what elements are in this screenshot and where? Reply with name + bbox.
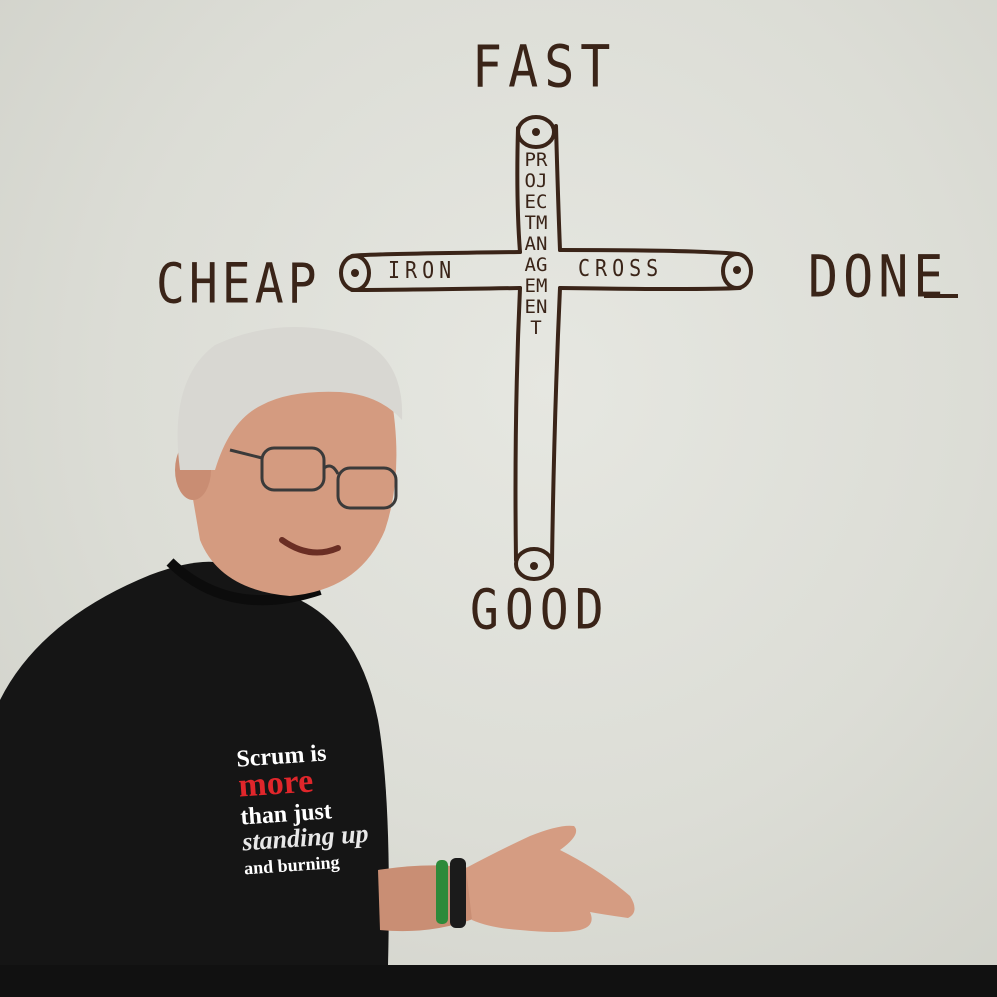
presenter-figure [0, 327, 635, 965]
wristband-black [450, 858, 466, 928]
whiteboard-photo: FAST CHEAP DONE GOOD IRON CROSS PROJECTM… [0, 0, 997, 965]
shirt-print: Scrum is more than just standing up and … [236, 737, 405, 878]
video-letterbox-bar [0, 965, 997, 997]
wristband-green [436, 860, 448, 924]
hand [466, 825, 635, 932]
